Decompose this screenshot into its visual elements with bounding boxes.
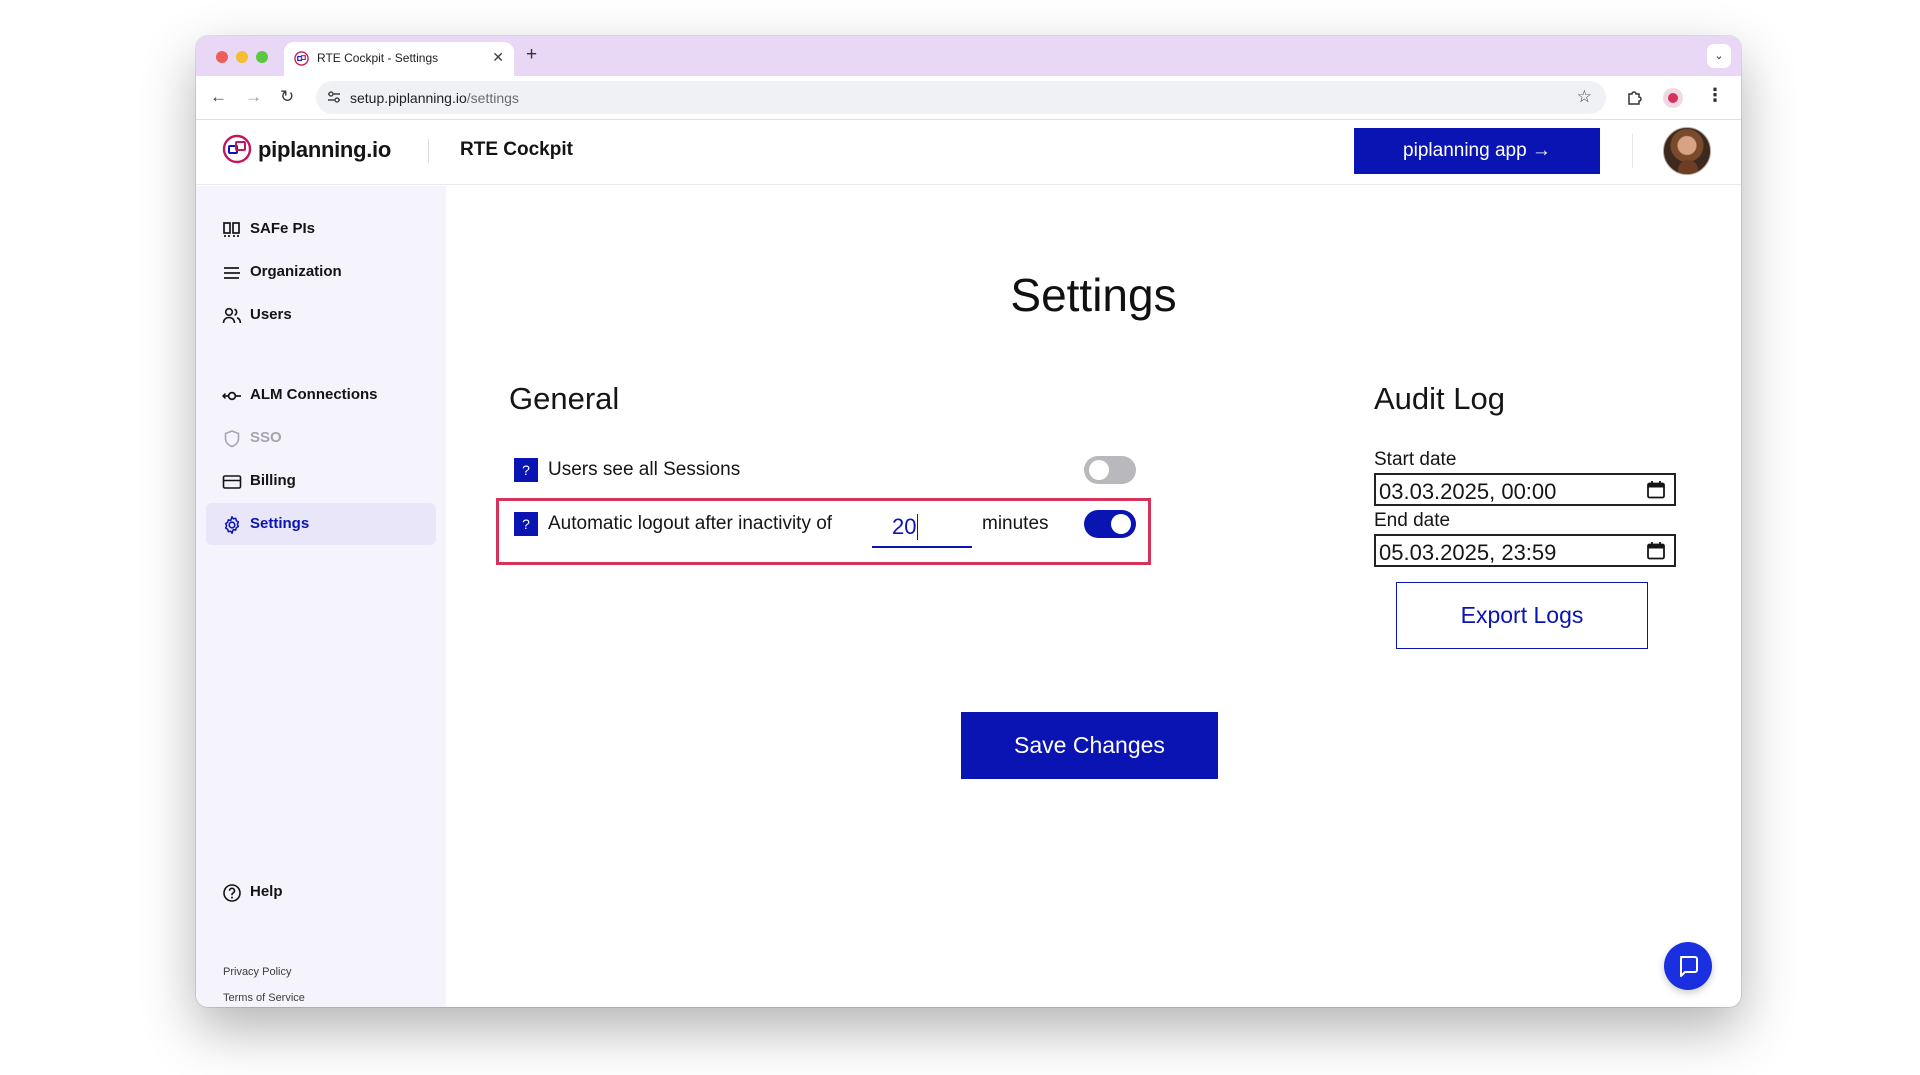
sidebar-item-billing[interactable]: Billing — [206, 460, 436, 502]
new-tab-button[interactable]: + — [526, 44, 537, 66]
general-section-title: General — [509, 381, 620, 416]
sidebar-item-label: Billing — [250, 472, 296, 489]
save-changes-button[interactable]: Save Changes — [961, 712, 1218, 779]
sessions-toggle[interactable] — [1084, 456, 1136, 484]
help-label: Help — [250, 883, 283, 900]
page-title: Settings — [1010, 269, 1177, 321]
connection-icon — [222, 391, 241, 401]
chat-support-button[interactable] — [1664, 942, 1712, 990]
logo-text[interactable]: piplanning.io — [258, 137, 391, 163]
sidebar: SAFe PIs Organization Users ALM Connecti… — [196, 186, 446, 1007]
logout-setting-label: Automatic logout after inactivity of — [548, 513, 833, 534]
gear-icon — [224, 516, 240, 534]
start-date-label: Start date — [1374, 449, 1457, 470]
tab-close-icon[interactable]: ✕ — [492, 49, 504, 66]
user-avatar[interactable] — [1663, 127, 1711, 175]
tab-title: RTE Cockpit - Settings — [317, 51, 439, 65]
lines-icon — [224, 267, 240, 279]
start-date-value: 03.03.2025, 00:00 — [1379, 479, 1557, 504]
tab-strip: RTE Cockpit - Settings ✕ + ⌄ — [196, 36, 1741, 76]
help-circle-icon — [223, 884, 241, 902]
piplanning-app-button[interactable]: piplanning app → — [1354, 128, 1600, 174]
sidebar-item-users[interactable]: Users — [206, 294, 436, 336]
browser-toolbar: ← → ↻ setup.piplanning.io/settings ☆ ⋮ — [196, 76, 1741, 120]
site-settings-icon[interactable] — [326, 89, 342, 105]
users-icon — [222, 307, 242, 324]
calendar-icon[interactable] — [1646, 541, 1666, 561]
browser-menu-icon[interactable]: ⋮ — [1706, 85, 1724, 106]
sidebar-item-label: SSO — [250, 429, 282, 446]
header-divider — [428, 139, 429, 163]
terms-of-service-link[interactable]: Terms of Service — [223, 992, 305, 1004]
shield-icon — [224, 430, 240, 448]
logout-help-badge[interactable]: ? — [514, 512, 538, 536]
end-date-input[interactable]: 05.03.2025, 23:59 — [1374, 534, 1676, 567]
sidebar-item-label: Settings — [250, 515, 310, 532]
sidebar-item-safe-pis[interactable]: SAFe PIs — [206, 208, 436, 250]
minutes-label: minutes — [982, 513, 1049, 534]
forward-button[interactable]: → — [245, 87, 262, 107]
audit-log-section-title: Audit Log — [1374, 381, 1505, 416]
columns-icon — [223, 222, 240, 237]
url-path: /settings — [466, 90, 519, 106]
app-header: piplanning.io RTE Cockpit piplanning app… — [196, 120, 1741, 185]
export-logs-button[interactable]: Export Logs — [1396, 582, 1648, 649]
address-bar[interactable]: setup.piplanning.io/settings ☆ — [316, 81, 1606, 114]
back-button[interactable]: ← — [210, 87, 227, 107]
sidebar-item-settings[interactable]: Settings — [206, 503, 436, 545]
sidebar-item-sso[interactable]: SSO — [206, 417, 436, 459]
sessions-setting-label: Users see all Sessions — [548, 459, 741, 480]
minimize-window-button[interactable] — [236, 51, 248, 63]
reload-button[interactable]: ↻ — [280, 87, 294, 107]
sidebar-item-organization[interactable]: Organization — [206, 251, 436, 293]
piplanning-logo-icon[interactable] — [222, 134, 252, 164]
text-caret — [917, 514, 918, 540]
end-date-label: End date — [1374, 510, 1451, 531]
sidebar-item-label: SAFe PIs — [250, 220, 316, 237]
bookmark-star-icon[interactable]: ☆ — [1577, 87, 1592, 107]
chat-bubble-icon — [1680, 956, 1698, 977]
toggle-knob — [1111, 514, 1131, 534]
url-host: setup.piplanning.io — [350, 90, 467, 106]
header-title: RTE Cockpit — [460, 139, 573, 160]
tab-search-button[interactable]: ⌄ — [1707, 44, 1731, 68]
sessions-help-badge[interactable]: ? — [514, 458, 538, 482]
calendar-icon[interactable] — [1646, 480, 1666, 500]
header-divider-right — [1632, 134, 1633, 168]
sidebar-item-alm-connections[interactable]: ALM Connections — [206, 374, 436, 416]
privacy-policy-link[interactable]: Privacy Policy — [223, 966, 291, 978]
maximize-window-button[interactable] — [256, 51, 268, 63]
end-date-value: 05.03.2025, 23:59 — [1379, 540, 1557, 565]
sidebar-item-label: ALM Connections — [250, 386, 378, 403]
start-date-input[interactable]: 03.03.2025, 00:00 — [1374, 473, 1676, 506]
extensions-icon[interactable] — [1626, 88, 1644, 106]
sidebar-item-label: Organization — [250, 263, 342, 280]
sidebar-item-help[interactable]: Help — [206, 871, 436, 913]
logout-toggle[interactable] — [1084, 510, 1136, 538]
favicon-icon — [294, 51, 309, 66]
url-text: setup.piplanning.io/settings — [350, 90, 519, 106]
browser-tab[interactable]: RTE Cockpit - Settings ✕ — [284, 42, 514, 76]
sidebar-item-label: Users — [250, 306, 292, 323]
browser-window: RTE Cockpit - Settings ✕ + ⌄ ← → ↻ setup… — [196, 36, 1741, 1007]
profile-icon[interactable] — [1663, 88, 1683, 108]
card-icon — [222, 475, 242, 489]
logout-minutes-input[interactable] — [872, 508, 972, 548]
close-window-button[interactable] — [216, 51, 228, 63]
toggle-knob — [1089, 460, 1109, 480]
